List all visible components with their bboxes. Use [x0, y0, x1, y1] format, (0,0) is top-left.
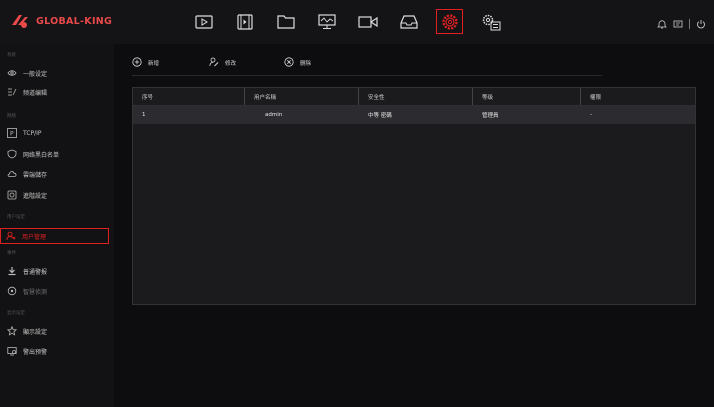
sidebar-item-display-settings[interactable]: 顯示設定 — [7, 324, 47, 338]
sidebar-item-label: 智慧侦测 — [23, 288, 48, 296]
add-label: 新增 — [148, 61, 160, 67]
sidebar-item-warning[interactable]: 警出预警 — [7, 344, 47, 358]
brand-logo: GLOBAL-KING — [10, 10, 112, 32]
sidebar-item-tcpip[interactable]: P TCP/IP — [7, 126, 42, 140]
table-row[interactable]: 1 admin 中等 密碼 管理員 - — [133, 106, 695, 124]
sidebar-item-label: 顯示設定 — [23, 328, 48, 336]
detection-icon — [7, 286, 17, 296]
delete-icon — [284, 57, 294, 69]
sidebar-item-label: 用户管理 — [22, 233, 47, 241]
add-button[interactable]: 新增 — [132, 57, 159, 69]
action-bar: 新增 修改 删除 — [132, 57, 341, 69]
top-right-tools — [657, 14, 706, 33]
add-icon — [132, 57, 142, 69]
system-settings-icon[interactable] — [477, 9, 504, 34]
column-header[interactable]: 序号 — [133, 88, 245, 105]
sidebar-item-general[interactable]: 一般设定 — [7, 66, 47, 80]
folder-icon[interactable] — [272, 9, 299, 34]
power-icon[interactable] — [696, 14, 706, 33]
table-cell: 1 — [142, 112, 146, 118]
column-header[interactable]: 用户名稱 — [245, 88, 359, 105]
sidebar-item-label: 普通警报 — [23, 268, 48, 276]
user-icon — [6, 231, 16, 241]
sidebar: 系统 一般设定 频道编辑 网络 P TCP/IP 网络黑白名单 雲端儲存 進階設… — [0, 44, 114, 407]
user-card-icon[interactable] — [673, 14, 683, 33]
user-edit-icon — [209, 57, 219, 69]
alarm-icon — [7, 266, 17, 276]
table-cell: 中等 密碼 — [368, 113, 392, 119]
sidebar-item-label: 進階設定 — [23, 192, 48, 200]
sidebar-section-user: 用户设定 — [7, 215, 25, 220]
table-cell: 管理員 — [482, 113, 499, 119]
user-table: 序号 用户名稱 安全性 等级 權限 1 admin 中等 密碼 管理員 - — [132, 87, 696, 305]
sidebar-section-event: 事件 — [7, 251, 16, 256]
star-icon — [7, 326, 17, 336]
column-header[interactable]: 安全性 — [359, 88, 473, 105]
sidebar-item-cloud-storage[interactable]: 雲端儲存 — [7, 167, 47, 181]
main-content: 新增 修改 删除 序号 用户名稱 安全性 等级 權限 1 admin 中等 密碼… — [114, 44, 714, 407]
warning-monitor-icon — [7, 346, 17, 356]
channel-edit-icon — [7, 87, 17, 97]
sidebar-item-label: TCP/IP — [23, 129, 42, 137]
sidebar-item-channel-edit[interactable]: 频道编辑 — [7, 85, 47, 99]
shield-icon — [7, 149, 17, 159]
cloud-icon — [7, 169, 17, 179]
sidebar-section-system: 系统 — [7, 53, 16, 58]
playback-icon[interactable] — [190, 9, 217, 34]
sidebar-item-smart-detection[interactable]: 智慧侦测 — [7, 284, 47, 298]
table-header: 序号 用户名稱 安全性 等级 權限 — [133, 88, 695, 106]
main-nav — [190, 9, 504, 34]
brand-logo-icon — [10, 13, 30, 29]
bell-icon[interactable] — [657, 14, 667, 33]
svg-text:P: P — [10, 131, 14, 138]
delete-button[interactable]: 删除 — [284, 57, 311, 69]
sidebar-item-normal-alarm[interactable]: 普通警报 — [7, 264, 47, 278]
sidebar-section-network: 网络 — [7, 114, 16, 119]
sidebar-section-display: 显示设定 — [7, 311, 25, 316]
settings-icon[interactable] — [436, 9, 463, 34]
sidebar-item-user-management[interactable]: 用户管理 — [0, 228, 109, 244]
advanced-settings-icon — [7, 190, 17, 200]
brand-name: GLOBAL-KING — [36, 15, 113, 27]
sidebar-item-label: 频道编辑 — [23, 89, 48, 97]
sidebar-item-label: 一般设定 — [23, 70, 48, 78]
top-bar: GLOBAL-KING — [0, 0, 714, 44]
column-header[interactable]: 等级 — [473, 88, 581, 105]
divider — [689, 18, 690, 29]
video-icon[interactable] — [231, 9, 258, 34]
sidebar-item-advanced[interactable]: 進階設定 — [7, 188, 47, 202]
camera-icon[interactable] — [354, 9, 381, 34]
sidebar-item-label: 雲端儲存 — [23, 171, 48, 179]
delete-label: 删除 — [300, 61, 312, 67]
sidebar-item-blacklist[interactable]: 网络黑白名单 — [7, 147, 59, 161]
storage-icon[interactable] — [395, 9, 422, 34]
edit-label: 修改 — [225, 61, 237, 67]
ip-icon: P — [7, 128, 17, 138]
table-cell: - — [590, 112, 592, 118]
sidebar-item-label: 网络黑白名单 — [23, 151, 60, 159]
divider — [132, 75, 602, 76]
monitor-icon[interactable] — [313, 9, 340, 34]
column-header[interactable]: 權限 — [581, 88, 695, 105]
edit-button[interactable]: 修改 — [209, 57, 236, 69]
sidebar-item-label: 警出预警 — [23, 348, 48, 356]
eye-icon — [7, 68, 17, 78]
table-cell: admin — [265, 112, 283, 118]
